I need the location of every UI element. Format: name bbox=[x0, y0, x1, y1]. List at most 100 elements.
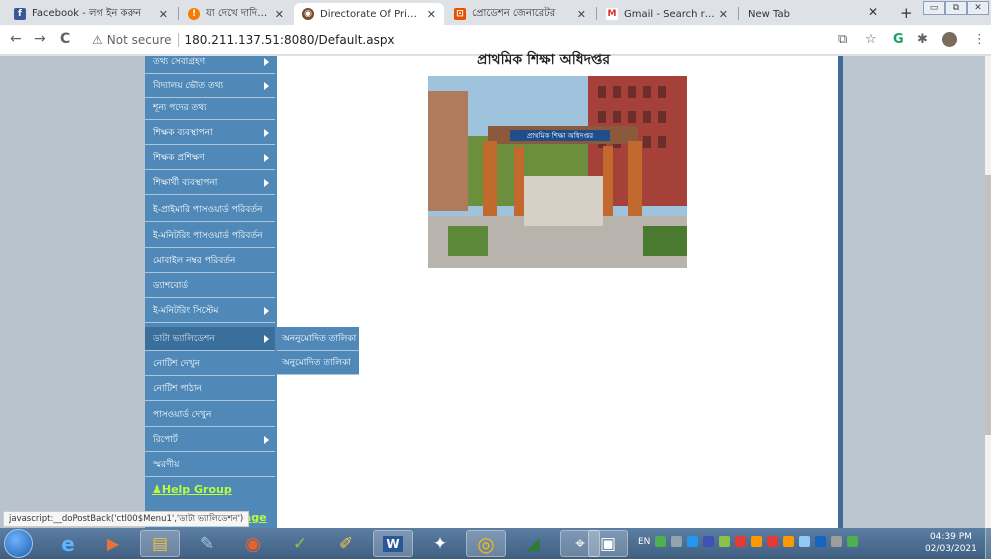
tab-news[interactable]: ! যা দেখে দাদিদের চেনে গাড় ✕ bbox=[180, 3, 292, 25]
tray-volume-icon[interactable] bbox=[831, 536, 843, 547]
kebab-menu-icon[interactable]: ⋮ bbox=[973, 32, 986, 47]
tab-facebook[interactable]: f Facebook - লগ ইন করুন ✕ bbox=[6, 3, 176, 25]
scrollbar-thumb[interactable] bbox=[985, 175, 991, 435]
help-group-label: Help Group bbox=[161, 483, 232, 496]
menu-item-view-password[interactable]: পাসওয়ার্ড দেখুন bbox=[145, 403, 275, 427]
menu-item-report[interactable]: রিপোর্ট bbox=[145, 428, 275, 452]
submenu-item-approved-list[interactable]: অনুমোদিত তালিকা bbox=[277, 351, 359, 375]
menu-item-teacher-training[interactable]: শিক্ষক প্রশিক্ষণ bbox=[145, 146, 275, 170]
tab-generator[interactable]: ⊡ প্রোডেশন জেনারেটর ✕ bbox=[446, 3, 594, 25]
tray-bluetooth-icon[interactable] bbox=[687, 536, 699, 547]
tab-divider bbox=[178, 7, 179, 20]
submenu-arrow-icon bbox=[264, 129, 269, 137]
menu-item-send-notice[interactable]: নোটিশ পাঠান bbox=[145, 377, 275, 401]
menu-item-view-notice[interactable]: নোটিশ দেখুন bbox=[145, 352, 275, 376]
submenu-arrow-icon bbox=[264, 154, 269, 162]
taskbar-word-art-icon[interactable]: ✓ bbox=[280, 530, 320, 557]
close-icon[interactable]: ✕ bbox=[577, 8, 586, 21]
reload-icon[interactable]: C bbox=[60, 31, 70, 47]
taskbar-chrome-icon[interactable]: ◎ bbox=[466, 530, 506, 557]
tray-flag-icon[interactable] bbox=[815, 536, 827, 547]
grammarly-icon[interactable]: G bbox=[893, 32, 904, 47]
tray-sync-icon[interactable] bbox=[751, 536, 763, 547]
taskbar-media-app-icon[interactable]: ✦ bbox=[420, 530, 460, 557]
submenu-item-unapproved-list[interactable]: অননুমোদিত তালিকা bbox=[277, 327, 359, 351]
menu-item-emonitoring-system[interactable]: ই-মনিটরিং সিস্টেম bbox=[145, 299, 275, 323]
menu-label: নোটিশ পাঠান bbox=[153, 384, 202, 394]
taskbar-file-explorer-icon[interactable]: ▤ bbox=[140, 530, 180, 557]
menu-item-mobile-number[interactable]: মোবাইল নম্বর পরিবর্তন bbox=[145, 249, 275, 273]
close-icon[interactable]: ✕ bbox=[868, 5, 878, 19]
tray-alert-icon[interactable] bbox=[767, 536, 779, 547]
tray-network-app-icon[interactable] bbox=[655, 536, 667, 547]
maximize-button[interactable]: ⧉ bbox=[945, 1, 967, 15]
menu-label: মোবাইল নম্বর পরিবর্তন bbox=[153, 256, 236, 266]
taskbar-media-player-icon[interactable]: ▶ bbox=[93, 530, 133, 557]
taskbar-internet-explorer-icon[interactable]: e bbox=[48, 530, 88, 557]
menu-label: ড্যাশবোর্ড bbox=[153, 281, 189, 291]
facebook-favicon-icon: f bbox=[14, 8, 26, 20]
menu-label: শূন্য পদের তথ্য bbox=[153, 103, 207, 113]
menu-label: ই-মনিটরিং সিস্টেম bbox=[153, 306, 219, 316]
menu-label: শিক্ষার্থী ব্যবস্থাপনা bbox=[153, 178, 218, 188]
close-icon[interactable]: ✕ bbox=[427, 8, 436, 21]
window-controls: ▭ ⧉ ✕ bbox=[923, 1, 989, 15]
menu-item-eprimary-password[interactable]: ই-প্রাইমারি পাসওয়ার্ড পরিবর্তন bbox=[145, 198, 275, 222]
new-tab-button[interactable]: + bbox=[900, 4, 913, 22]
tray-display-icon[interactable] bbox=[671, 536, 683, 547]
minimize-button[interactable]: ▭ bbox=[923, 1, 945, 15]
back-arrow-icon[interactable]: ← bbox=[10, 31, 22, 47]
menu-label: ই-প্রাইমারি পাসওয়ার্ড পরিবর্তন bbox=[153, 205, 263, 215]
bookmark-star-icon[interactable]: ☆ bbox=[865, 32, 877, 47]
submenu-arrow-icon bbox=[264, 82, 269, 90]
profile-avatar-icon[interactable] bbox=[942, 32, 957, 51]
close-icon[interactable]: ✕ bbox=[275, 8, 284, 21]
menu-label: নোটিশ দেখুন bbox=[153, 359, 200, 369]
tray-onenote-icon[interactable] bbox=[703, 536, 715, 547]
taskbar-firefox-icon[interactable]: ◉ bbox=[233, 530, 273, 557]
menu-item-student-management[interactable]: শিক্ষার্থী ব্যবস্থাপনা bbox=[145, 171, 275, 195]
windows-taskbar: e ▶ ▤ ✎ ◉ ✓ ✐ W ✦ ◎ ◢ ⌖ ▣ EN 04:39 PM 02… bbox=[0, 528, 991, 559]
tab-newtab[interactable]: New Tab bbox=[740, 3, 860, 25]
forward-arrow-icon[interactable]: → bbox=[34, 31, 46, 47]
tray-monitor-icon[interactable] bbox=[799, 536, 811, 547]
warning-icon[interactable]: ⚠ bbox=[92, 33, 103, 47]
translate-icon[interactable]: ⧉ bbox=[838, 32, 847, 47]
tray-app-icon[interactable] bbox=[719, 536, 731, 547]
start-button[interactable] bbox=[4, 529, 33, 558]
help-group-link[interactable]: ♟Help Group bbox=[152, 483, 232, 496]
status-bar-link-preview: javascript:__doPostBack('ctl00$Menu1','ড… bbox=[3, 511, 250, 527]
menu-item-emonitoring-password[interactable]: ই-মনিটরিং পাসওয়ার্ড পরিবর্তন bbox=[145, 224, 275, 248]
tray-antivirus-icon[interactable] bbox=[735, 536, 747, 547]
menu-item-memorable[interactable]: স্মরণীয় bbox=[145, 453, 275, 477]
tab-gmail[interactable]: M Gmail - Search results ✕ bbox=[598, 3, 736, 25]
language-indicator[interactable]: EN bbox=[638, 537, 650, 547]
menu-item-vacancy-info[interactable]: শূন্য পদের তথ্য bbox=[145, 96, 275, 120]
menu-item-info-service[interactable]: তথ্য সেবাগ্রহণ bbox=[145, 50, 275, 74]
address-bar[interactable]: ⚠ Not secure 180.211.137.51:8080/Default… bbox=[92, 30, 832, 50]
close-icon[interactable]: ✕ bbox=[159, 8, 168, 21]
extensions-puzzle-icon[interactable]: ✱ bbox=[917, 32, 928, 47]
taskbar-clock[interactable]: 04:39 PM 02/03/2021 bbox=[925, 531, 977, 555]
menu-label: রিপোর্ট bbox=[153, 435, 178, 445]
taskbar-vpn-app-icon[interactable]: ◢ bbox=[513, 530, 553, 557]
taskbar-word-icon[interactable]: W bbox=[373, 530, 413, 557]
tab-divider bbox=[596, 7, 597, 20]
menu-item-data-validation[interactable]: ডাটা ভ্যালিডেশন bbox=[145, 327, 275, 351]
tray-signal-icon[interactable] bbox=[847, 536, 859, 547]
close-icon[interactable]: ✕ bbox=[719, 8, 728, 21]
taskbar-window-app-icon[interactable]: ▣ bbox=[588, 530, 628, 557]
close-window-button[interactable]: ✕ bbox=[967, 1, 989, 15]
menu-item-dashboard[interactable]: ড্যাশবোর্ড bbox=[145, 274, 275, 298]
menu-item-school-info[interactable]: বিদ্যালয় ভৌত তথ্য bbox=[145, 74, 275, 98]
tray-update-icon[interactable] bbox=[783, 536, 795, 547]
show-desktop-button[interactable] bbox=[985, 528, 991, 559]
taskbar-paint-icon[interactable]: ✎ bbox=[187, 530, 227, 557]
tab-divider bbox=[738, 7, 739, 20]
menu-item-teacher-management[interactable]: শিক্ষক ব্যবস্থাপনা bbox=[145, 121, 275, 145]
side-menu: তথ্য সেবাগ্রহণ বিদ্যালয় ভৌত তথ্য শূন্য … bbox=[145, 56, 277, 528]
url-text[interactable]: 180.211.137.51:8080/Default.aspx bbox=[185, 33, 395, 47]
tab-directorate[interactable]: ◉ Directorate Of Primary ✕ bbox=[294, 3, 444, 25]
page-title: প্রাথমিক শিক্ষা অধিদপ্তর bbox=[477, 52, 611, 68]
taskbar-pen-tool-icon[interactable]: ✐ bbox=[326, 530, 366, 557]
